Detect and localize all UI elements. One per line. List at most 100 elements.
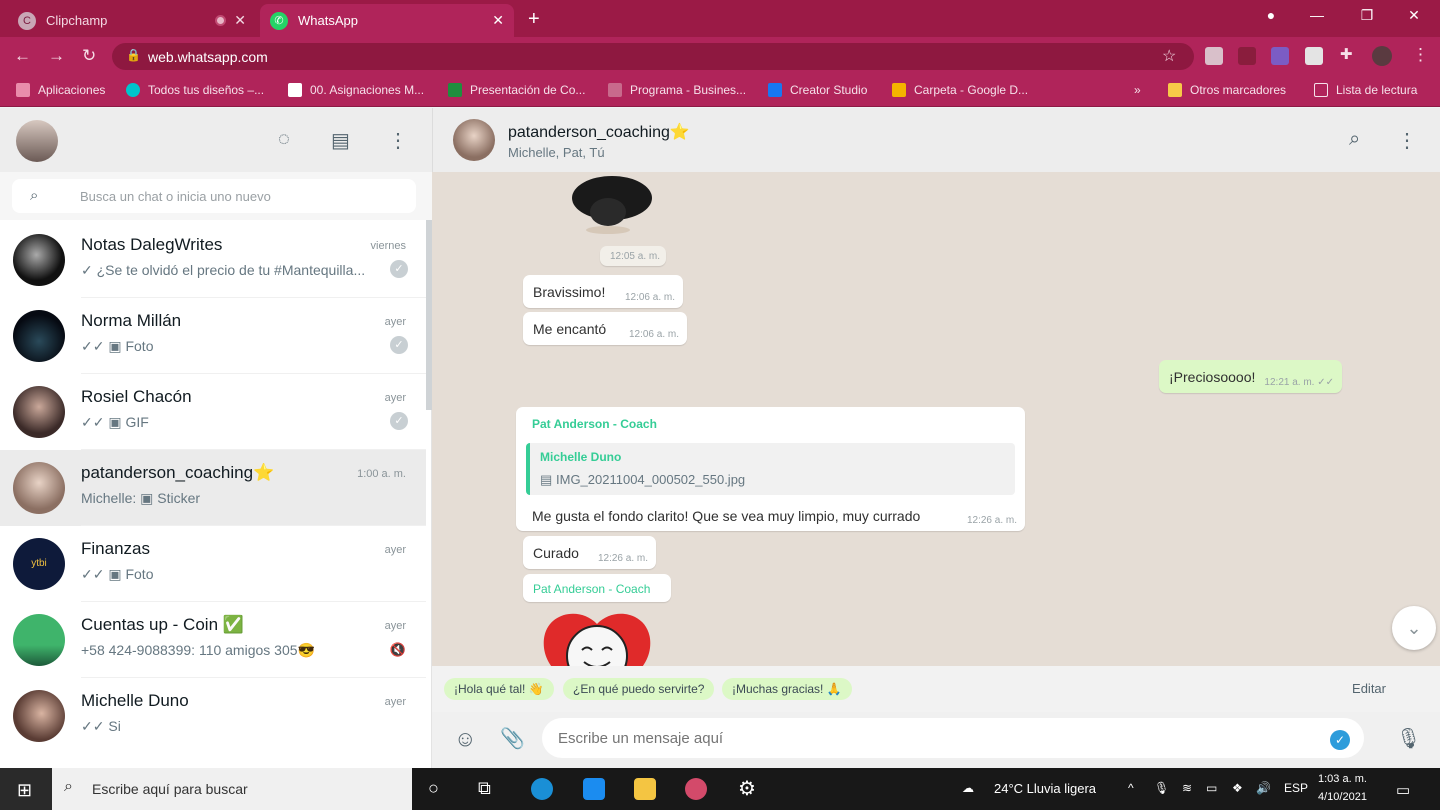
muted-icon: ✓: [390, 260, 408, 278]
quoted-message[interactable]: Michelle Duno ▤ IMG_20211004_000502_550.…: [526, 443, 1015, 495]
bookmark-item[interactable]: 00. Asignaciones M...: [288, 83, 424, 97]
puzzle-icon[interactable]: ✚: [1340, 45, 1353, 63]
search-icon[interactable]: ⌕: [1349, 128, 1360, 151]
notification-icon[interactable]: ▭: [1396, 781, 1410, 799]
chevron-up-icon[interactable]: ^: [1128, 781, 1134, 795]
back-icon[interactable]: ←: [14, 46, 31, 66]
outgoing-message-bubble[interactable]: ¡Preciosoooo! 12:21 a. m. ✓✓: [1159, 360, 1342, 393]
volume-icon[interactable]: 🔊: [1256, 781, 1271, 795]
edit-quick-replies-button[interactable]: Editar: [1352, 681, 1386, 696]
search-icon: ⌕: [64, 778, 73, 795]
search-icon[interactable]: ⌕: [30, 187, 38, 204]
clock-date[interactable]: 4/10/2021: [1318, 791, 1367, 803]
new-chat-icon[interactable]: ▤: [331, 128, 350, 153]
sticker-image[interactable]: [568, 172, 654, 238]
cortana-icon[interactable]: ○: [428, 778, 439, 799]
chat-name: Cuentas up - Coin ✅: [81, 615, 244, 634]
message-bubble[interactable]: Me encantó 12:06 a. m.: [523, 312, 687, 345]
microphone-icon[interactable]: 🎙: [1396, 726, 1421, 751]
settings-gear-icon[interactable]: ⚙: [738, 776, 756, 801]
other-bookmarks[interactable]: Otros marcadores: [1168, 83, 1286, 97]
my-avatar[interactable]: [16, 120, 58, 162]
skype-icon[interactable]: [583, 778, 605, 800]
clock-time[interactable]: 1:03 a. m.: [1318, 773, 1367, 785]
bookmark-item[interactable]: Programa - Busines...: [608, 83, 746, 97]
address-bar[interactable]: 🔒 web.whatsapp.com: [112, 43, 1194, 70]
grammar-check-icon[interactable]: ✓: [1330, 730, 1350, 750]
chrome-icon[interactable]: [685, 778, 707, 800]
quoted-sender: Michelle Duno: [540, 450, 622, 464]
edge-icon[interactable]: [531, 778, 553, 800]
extension-icon[interactable]: [1271, 47, 1289, 65]
new-tab-button[interactable]: +: [528, 8, 540, 31]
extension-icon[interactable]: [1238, 47, 1256, 65]
battery-icon[interactable]: ▭: [1206, 781, 1217, 795]
message-bubble[interactable]: Curado 12:26 a. m.: [523, 536, 656, 569]
chat-item[interactable]: Notas DalegWrites ✓ ¿Se te olvidó el pre…: [0, 222, 426, 298]
bookmark-star-icon[interactable]: ☆: [1162, 46, 1176, 66]
bookmark-item[interactable]: Presentación de Co...: [448, 83, 585, 97]
quick-reply[interactable]: ¿En qué puedo servirte?: [563, 678, 715, 700]
weather-text[interactable]: 24°C Lluvia ligera: [994, 781, 1096, 796]
close-tab-icon[interactable]: ✕: [492, 12, 504, 29]
bookmark-item[interactable]: Todos tus diseños –...: [126, 83, 264, 97]
quick-reply[interactable]: ¡Muchas gracias! 🙏: [722, 678, 852, 700]
chat-item[interactable]: Cuentas up - Coin ✅ +58 424-9088399: 110…: [0, 602, 426, 678]
quick-reply[interactable]: ¡Hola qué tal! 👋: [444, 678, 554, 700]
bookmark-item[interactable]: Carpeta - Google D...: [892, 83, 1028, 97]
taskbar-search[interactable]: ⌕ Escribe aquí para buscar: [52, 768, 412, 810]
bookmark-item[interactable]: Aplicaciones: [16, 83, 105, 97]
close-tab-icon[interactable]: ✕: [234, 12, 246, 29]
forward-icon[interactable]: →: [48, 46, 65, 66]
extension-icon[interactable]: [1305, 47, 1323, 65]
menu-icon[interactable]: ⋮: [388, 128, 408, 153]
bookmark-item[interactable]: Creator Studio: [768, 83, 867, 97]
windows-logo-icon: ⊞: [17, 780, 33, 800]
microphone-icon[interactable]: 🎙: [1154, 781, 1169, 795]
wifi-icon[interactable]: ≋: [1182, 781, 1192, 795]
browser-menu-icon[interactable]: ⋮: [1412, 45, 1429, 65]
tab-label: Clipchamp: [46, 13, 108, 28]
chat-preview: ✓✓ ▣ GIF: [81, 414, 149, 430]
extension-icon[interactable]: [1205, 47, 1223, 65]
search-box[interactable]: ⌕ Busca un chat o inicia uno nuevo: [12, 179, 416, 213]
chat-item[interactable]: ytbi Finanzas ✓✓ ▣ Foto ayer: [0, 526, 426, 602]
chat-item[interactable]: Norma Millán ✓✓ ▣ Foto ayer ✓: [0, 298, 426, 374]
conversation-members: Michelle, Pat, Tú: [508, 145, 605, 160]
profile-avatar[interactable]: [1372, 46, 1392, 66]
menu-icon[interactable]: ⋮: [1397, 128, 1417, 153]
language-indicator[interactable]: ESP: [1284, 781, 1308, 795]
bookmarks-overflow-button[interactable]: »: [1134, 83, 1141, 97]
reply-message-bubble[interactable]: Pat Anderson - Coach Michelle Duno ▤ IMG…: [516, 407, 1025, 531]
task-view-icon[interactable]: ⧉: [478, 778, 491, 799]
conversation-header[interactable]: patanderson_coaching⭐ Michelle, Pat, Tú …: [432, 108, 1440, 172]
tab-whatsapp[interactable]: ✆ WhatsApp ✕: [260, 4, 514, 37]
message-input[interactable]: [542, 718, 1364, 758]
tab-clipchamp[interactable]: C Clipchamp ✕: [8, 4, 256, 37]
reload-icon[interactable]: ↻: [82, 46, 96, 66]
chat-preview: ✓✓ ▣ Foto: [81, 338, 154, 354]
close-window-icon[interactable]: ✕: [1399, 7, 1429, 24]
sticker-message[interactable]: Pat Anderson - Coach: [523, 574, 671, 602]
chat-preview: +58 424-9088399: 110 amigos 305😎: [81, 642, 315, 658]
attach-icon[interactable]: 📎: [500, 726, 525, 751]
emoji-icon[interactable]: ☺: [454, 726, 476, 752]
chat-item[interactable]: Rosiel Chacón ✓✓ ▣ GIF ayer ✓: [0, 374, 426, 450]
lock-icon[interactable]: 🔒: [126, 48, 141, 62]
file-explorer-icon[interactable]: [634, 778, 656, 800]
restore-icon[interactable]: ❐: [1352, 7, 1382, 24]
chat-item-selected[interactable]: patanderson_coaching⭐ Michelle: ▣ Sticke…: [0, 450, 426, 526]
dropbox-icon[interactable]: ❖: [1232, 781, 1243, 795]
profile-indicator-icon[interactable]: ●: [1256, 7, 1286, 23]
reading-list[interactable]: Lista de lectura: [1314, 83, 1417, 97]
heart-sticker[interactable]: [538, 610, 656, 666]
scroll-down-button[interactable]: ⌄: [1392, 606, 1436, 650]
message-bubble[interactable]: Bravissimo! 12:06 a. m.: [523, 275, 683, 308]
start-button[interactable]: ⊞: [0, 768, 52, 810]
chat-item[interactable]: Michelle Duno ✓✓ Si ayer: [0, 678, 426, 754]
group-avatar[interactable]: [453, 119, 495, 161]
creator-studio-icon: [768, 83, 782, 97]
clipchamp-icon: C: [18, 11, 36, 30]
minimize-icon[interactable]: —: [1302, 7, 1332, 23]
status-icon[interactable]: ◌: [278, 128, 290, 151]
